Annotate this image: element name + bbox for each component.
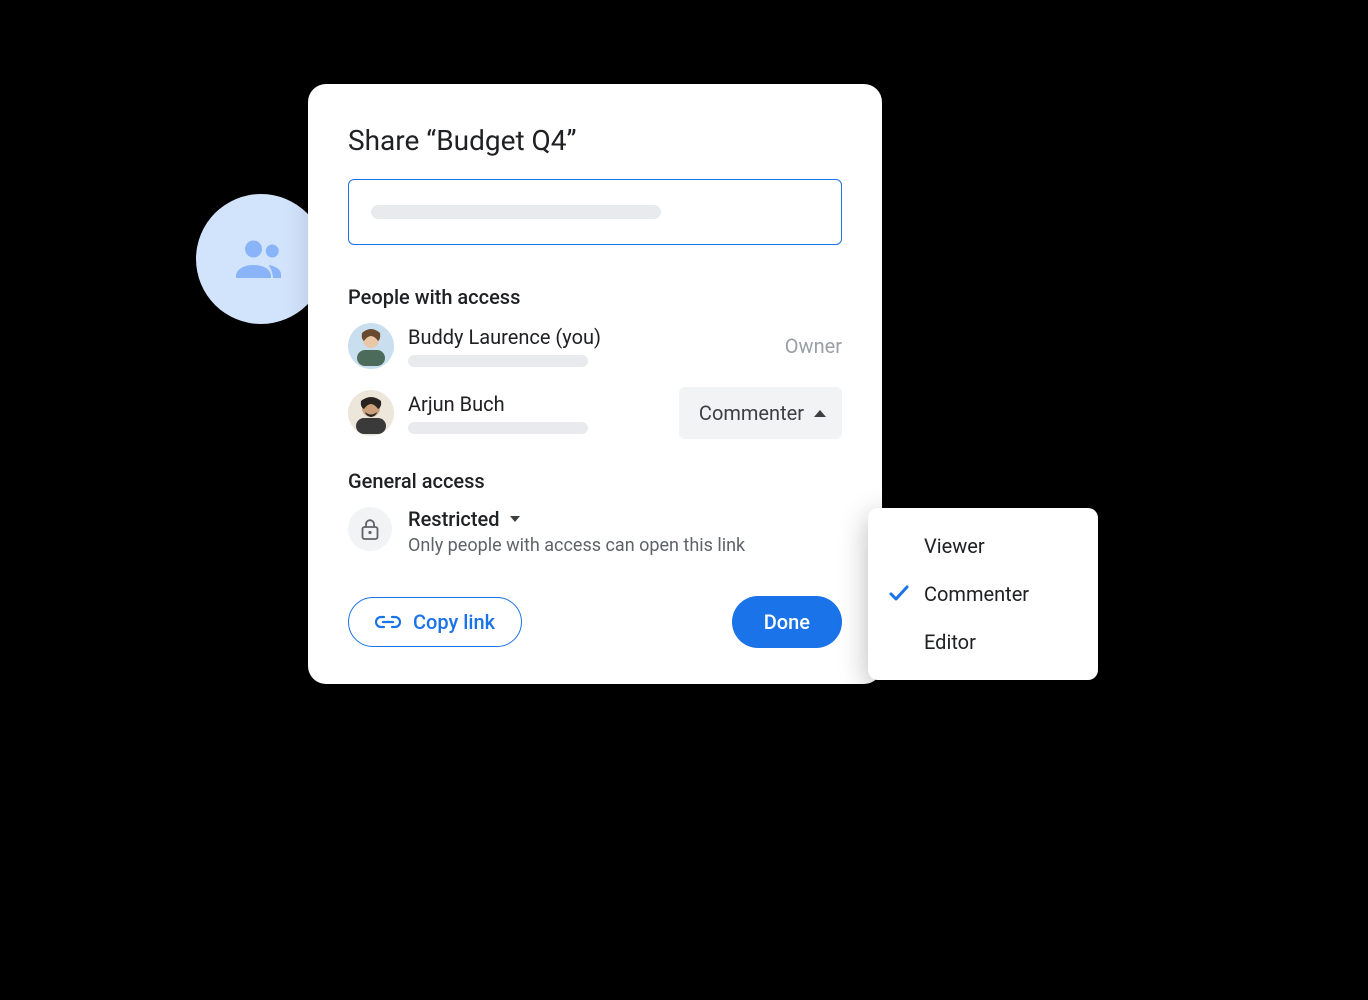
- roles-menu: Viewer Commenter Editor: [868, 508, 1098, 680]
- general-access-mode-dropdown[interactable]: Restricted: [408, 507, 745, 531]
- add-people-input[interactable]: [348, 179, 842, 245]
- roles-menu-item-label: Editor: [924, 630, 976, 654]
- role-dropdown-label: Commenter: [699, 401, 804, 425]
- roles-menu-item-label: Commenter: [924, 582, 1029, 606]
- check-icon: [886, 583, 912, 605]
- email-skeleton: [408, 422, 588, 434]
- people-with-access-heading: People with access: [348, 285, 842, 309]
- email-skeleton: [408, 355, 588, 367]
- share-dialog: Share “Budget Q4” People with access Bud…: [308, 84, 882, 684]
- person-name: Buddy Laurence (you): [408, 325, 601, 349]
- input-placeholder-skeleton: [371, 205, 661, 219]
- lock-icon: [348, 507, 392, 551]
- person-row-owner: Buddy Laurence (you) Owner: [348, 323, 842, 369]
- dialog-title: Share “Budget Q4”: [348, 124, 842, 157]
- roles-menu-item-editor[interactable]: Editor: [868, 618, 1098, 666]
- general-access-description: Only people with access can open this li…: [408, 535, 745, 556]
- avatar: [348, 390, 394, 436]
- chevron-up-icon: [814, 410, 826, 417]
- done-button[interactable]: Done: [732, 596, 842, 648]
- roles-menu-item-commenter[interactable]: Commenter: [868, 570, 1098, 618]
- check-icon-slot: [886, 631, 912, 653]
- roles-menu-item-label: Viewer: [924, 534, 985, 558]
- chevron-down-icon: [510, 516, 520, 522]
- roles-menu-item-viewer[interactable]: Viewer: [868, 522, 1098, 570]
- copy-link-label: Copy link: [413, 610, 495, 634]
- person-name: Arjun Buch: [408, 392, 588, 416]
- copy-link-button[interactable]: Copy link: [348, 597, 522, 647]
- person-row: Arjun Buch Commenter: [348, 387, 842, 439]
- general-access-row: Restricted Only people with access can o…: [348, 507, 842, 556]
- done-label: Done: [764, 610, 810, 634]
- general-access-heading: General access: [348, 469, 842, 493]
- link-icon: [375, 613, 401, 631]
- general-access-mode-label: Restricted: [408, 507, 500, 531]
- role-label-owner: Owner: [785, 334, 842, 358]
- people-icon-badge: [196, 194, 326, 324]
- avatar: [348, 323, 394, 369]
- role-dropdown[interactable]: Commenter: [679, 387, 842, 439]
- check-icon-slot: [886, 535, 912, 557]
